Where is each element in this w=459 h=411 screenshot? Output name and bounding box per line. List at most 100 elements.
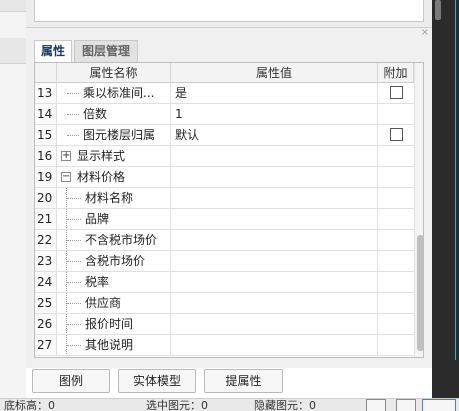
legend-button[interactable]: 图例 bbox=[32, 369, 110, 393]
tree-connector bbox=[67, 303, 81, 304]
row-number: 19 bbox=[35, 167, 57, 187]
top-panel bbox=[26, 0, 432, 27]
header-row-number bbox=[35, 63, 57, 83]
tab-properties[interactable]: 属性 bbox=[34, 40, 72, 62]
property-value[interactable] bbox=[171, 167, 378, 187]
property-name: 材料价格 bbox=[77, 170, 126, 184]
property-name-cell: − 材料价格 bbox=[57, 167, 171, 187]
scrollbar-thumb[interactable] bbox=[435, 0, 441, 20]
extra-cell bbox=[378, 188, 414, 208]
drawing-area-edge bbox=[432, 0, 459, 398]
property-row[interactable]: 26 报价时间 bbox=[35, 314, 414, 335]
property-row[interactable]: 14 倍数 1 bbox=[35, 104, 414, 125]
row-number: 25 bbox=[35, 293, 57, 313]
row-number: 24 bbox=[35, 272, 57, 292]
extra-cell bbox=[378, 125, 414, 145]
tree-connector bbox=[67, 261, 81, 262]
header-extra: 附加 bbox=[378, 63, 414, 83]
left-strip-tile[interactable] bbox=[0, 38, 26, 64]
extra-cell bbox=[378, 251, 414, 271]
status-bar: 底标高：0 选中图元：0 隐藏图元：0 bbox=[0, 398, 459, 411]
property-value[interactable] bbox=[171, 335, 378, 355]
property-name: 乘以标准间... bbox=[83, 86, 155, 100]
tree-connector bbox=[67, 114, 79, 115]
property-value[interactable]: 是 bbox=[171, 83, 378, 103]
property-row[interactable]: 19− 材料价格 bbox=[35, 167, 414, 188]
property-name-cell: 品牌 bbox=[57, 209, 171, 229]
expand-icon[interactable]: + bbox=[61, 151, 71, 161]
property-row[interactable]: 13 乘以标准间... 是 bbox=[35, 83, 414, 104]
property-name: 材料名称 bbox=[85, 191, 134, 205]
property-value[interactable] bbox=[171, 251, 378, 271]
row-number: 26 bbox=[35, 314, 57, 334]
window-select-icon[interactable] bbox=[422, 399, 456, 411]
drawing-guide-line bbox=[455, 0, 456, 360]
property-name: 图元楼层归属 bbox=[83, 128, 156, 142]
tree-connector bbox=[67, 345, 81, 346]
extract-properties-button[interactable]: 提属性 bbox=[204, 369, 283, 393]
property-name: 倍数 bbox=[83, 107, 108, 121]
row-number: 16 bbox=[35, 146, 57, 166]
property-value[interactable]: 默认 bbox=[171, 125, 378, 145]
property-row[interactable]: 20 材料名称 bbox=[35, 188, 414, 209]
solid-model-button[interactable]: 实体模型 bbox=[118, 369, 196, 393]
property-name-cell: 倍数 bbox=[57, 104, 171, 124]
extra-cell bbox=[378, 230, 414, 250]
angle-icon[interactable] bbox=[396, 399, 416, 411]
property-name: 含税市场价 bbox=[85, 254, 146, 268]
property-row[interactable]: 15 图元楼层归属 默认 bbox=[35, 125, 414, 146]
property-row[interactable]: 21 品牌 bbox=[35, 209, 414, 230]
row-number: 14 bbox=[35, 104, 57, 124]
tree-connector bbox=[67, 198, 81, 199]
extra-cell bbox=[378, 314, 414, 334]
tree-connector bbox=[67, 324, 81, 325]
property-row[interactable]: 16 + 显示样式 bbox=[35, 146, 414, 167]
property-panel: × 属性 图层管理 属性名称 属性值 附加 13 乘以标准间... 是 14 倍数 1 15… bbox=[26, 27, 432, 368]
property-value[interactable] bbox=[171, 188, 378, 208]
scrollbar-thumb[interactable] bbox=[417, 235, 423, 351]
property-row[interactable]: 24 税率 bbox=[35, 272, 414, 293]
top-panel-content bbox=[34, 0, 424, 22]
tree-connector bbox=[67, 240, 81, 241]
property-value[interactable] bbox=[171, 314, 378, 334]
left-panel-strip bbox=[0, 0, 26, 398]
extra-cell bbox=[378, 335, 414, 355]
base-elevation-status: 底标高：0 bbox=[4, 399, 55, 411]
property-value[interactable] bbox=[171, 209, 378, 229]
extra-cell bbox=[378, 104, 414, 124]
property-grid: 属性名称 属性值 附加 13 乘以标准间... 是 14 倍数 1 15 图元楼层归属 默认 16… bbox=[34, 62, 424, 358]
row-number: 15 bbox=[35, 125, 57, 145]
property-name: 显示样式 bbox=[77, 149, 126, 163]
extra-cell bbox=[378, 167, 414, 187]
collapse-icon[interactable]: − bbox=[61, 172, 71, 182]
close-icon[interactable]: × bbox=[420, 28, 430, 38]
property-row[interactable]: 27 其他说明 bbox=[35, 335, 414, 356]
property-name-cell: 供应商 bbox=[57, 293, 171, 313]
property-value[interactable] bbox=[171, 293, 378, 313]
property-value[interactable] bbox=[171, 146, 378, 166]
property-name-cell: 税率 bbox=[57, 272, 171, 292]
grid-view-icon[interactable] bbox=[366, 399, 386, 411]
property-row[interactable]: 25 供应商 bbox=[35, 293, 414, 314]
extra-checkbox[interactable] bbox=[390, 86, 403, 99]
vertical-scrollbar[interactable] bbox=[414, 63, 423, 357]
property-row[interactable]: 23 含税市场价 bbox=[35, 251, 414, 272]
tab-layer-management[interactable]: 图层管理 bbox=[74, 40, 138, 62]
property-name: 供应商 bbox=[85, 296, 122, 310]
header-property-value: 属性值 bbox=[171, 63, 378, 83]
property-name-cell: 其他说明 bbox=[57, 335, 171, 355]
extra-cell bbox=[378, 209, 414, 229]
extra-checkbox[interactable] bbox=[390, 128, 403, 141]
property-value[interactable] bbox=[171, 230, 378, 250]
property-name: 税率 bbox=[85, 275, 110, 289]
property-name-cell: + 显示样式 bbox=[57, 146, 171, 166]
left-strip-tile[interactable] bbox=[0, 0, 26, 12]
hidden-elements-status: 隐藏图元：0 bbox=[254, 399, 316, 411]
property-value[interactable]: 1 bbox=[171, 104, 378, 124]
property-row[interactable]: 22 不含税市场价 bbox=[35, 230, 414, 251]
property-name: 品牌 bbox=[85, 212, 110, 226]
property-value[interactable] bbox=[171, 272, 378, 292]
row-number: 22 bbox=[35, 230, 57, 250]
extra-cell bbox=[378, 293, 414, 313]
property-name-cell: 材料名称 bbox=[57, 188, 171, 208]
